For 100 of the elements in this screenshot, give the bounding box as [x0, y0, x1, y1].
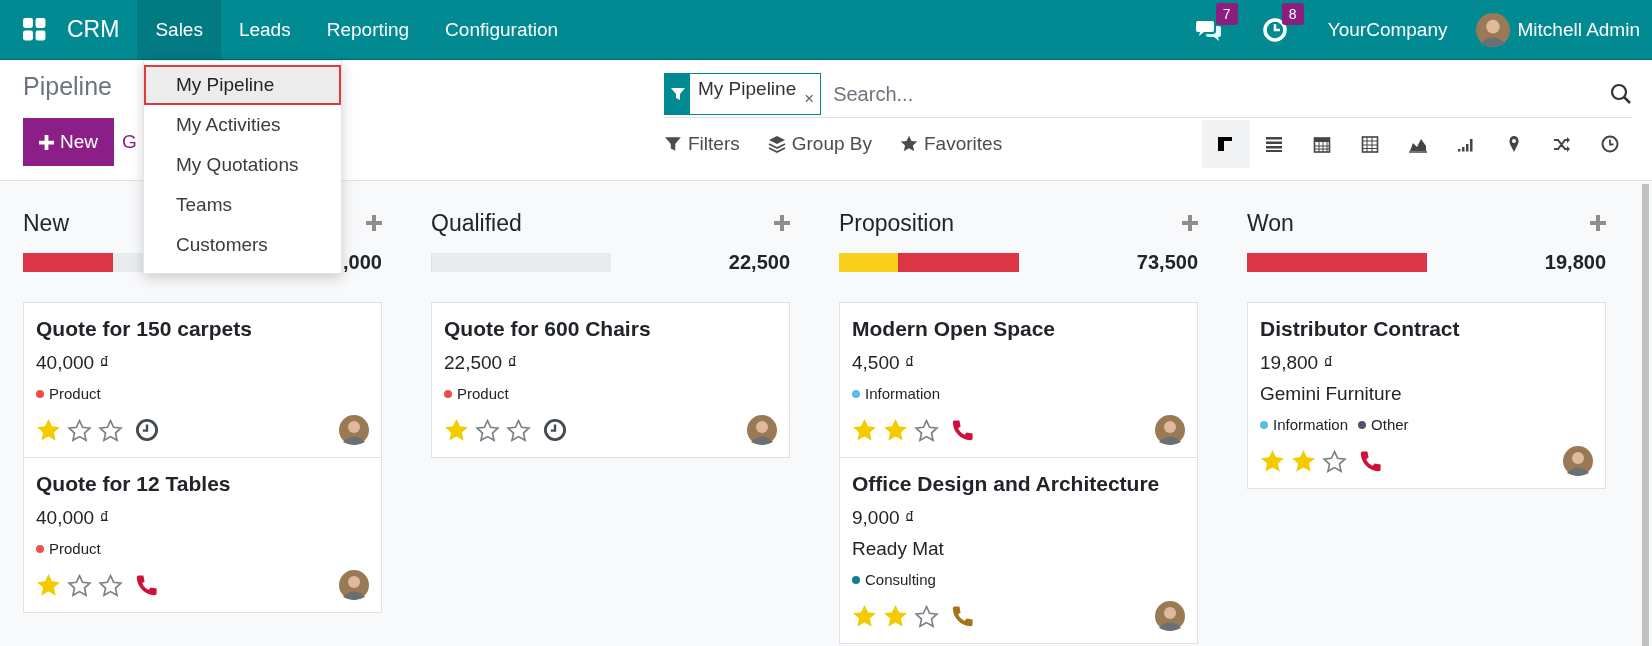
add-icon[interactable] [774, 215, 790, 231]
user-avatar [339, 415, 369, 445]
plus-icon [39, 134, 54, 150]
column-title: New [23, 209, 69, 237]
user-avatar [1563, 446, 1593, 476]
scrollbar[interactable] [1642, 184, 1649, 646]
phone-icon[interactable] [1359, 449, 1383, 473]
new-button[interactable]: New [23, 118, 114, 166]
menu-item[interactable]: My Activities [144, 105, 341, 145]
star-outline-icon[interactable] [475, 417, 500, 443]
card-title: Office Design and Architecture [852, 472, 1161, 496]
amount: 4,500 ₫ [852, 352, 916, 374]
generate-link[interactable]: G [122, 131, 137, 153]
star-outline-icon[interactable] [914, 417, 939, 443]
menu-item[interactable]: My Pipeline [144, 65, 341, 105]
clock-icon[interactable] [543, 418, 567, 442]
star-icon[interactable] [444, 417, 469, 443]
star-outline-icon[interactable] [1322, 448, 1347, 474]
user-avatar [1155, 601, 1185, 631]
add-icon[interactable] [366, 215, 382, 231]
user-avatar [339, 570, 369, 600]
remove-facet-button[interactable]: × [804, 74, 821, 114]
column-total: 73,500 [1136, 250, 1198, 274]
user-avatar [1475, 12, 1510, 47]
star-icon[interactable] [1260, 448, 1285, 474]
opportunity-card[interactable]: Modern Open Space 4,500 ₫ Information [839, 302, 1198, 458]
customer-name: Gemini Furniture [1260, 383, 1403, 405]
tag-label: Consulting [865, 571, 936, 588]
opportunity-card[interactable]: Quote for 12 Tables 40,000 ₫ Product [23, 457, 382, 613]
favorites-button[interactable]: Favorites [900, 133, 1003, 155]
phone-icon[interactable] [135, 573, 159, 597]
tag-label: Information [1273, 416, 1349, 433]
amount: 40,000 ₫ [36, 507, 111, 529]
column-title: Qualified [431, 209, 522, 237]
page-title: Pipeline [23, 72, 112, 102]
star-icon[interactable] [852, 417, 877, 443]
tag-label: Product [49, 385, 101, 402]
filters-button[interactable]: Filters [664, 133, 740, 155]
menu-item[interactable]: Teams [144, 185, 341, 225]
opportunity-card[interactable]: Distributor Contract 19,800 ₫ Gemini Furniture Information Other [1247, 302, 1606, 489]
star-icon[interactable] [883, 417, 908, 443]
add-icon[interactable] [1182, 215, 1198, 231]
star-icon[interactable] [883, 603, 908, 629]
star-icon[interactable] [852, 603, 877, 629]
clock-icon[interactable] [1261, 16, 1288, 43]
tag-label: Other [1371, 416, 1409, 433]
card-title: Distributor Contract [1260, 317, 1461, 341]
filter-facet[interactable]: My Pipeline × [664, 73, 822, 115]
star-outline-icon[interactable] [914, 603, 939, 629]
filter-icon [664, 135, 682, 153]
group-by-button[interactable]: Group By [767, 133, 872, 155]
company-switcher[interactable]: YourCompany [1327, 18, 1448, 41]
filter-icon [669, 86, 686, 102]
card-title: Quote for 150 carpets [36, 317, 253, 341]
menu-tab[interactable]: Leads [220, 0, 309, 59]
user-avatar [747, 415, 777, 445]
customer-name: Ready Mat [852, 538, 945, 560]
amount: 40,000 ₫ [36, 352, 111, 374]
menu-tab[interactable]: Configuration [427, 0, 577, 59]
column-title: Won [1247, 209, 1294, 237]
star-icon[interactable] [1291, 448, 1316, 474]
menu-tab[interactable]: Sales [137, 0, 221, 59]
message-count-badge: 7 [1215, 2, 1238, 25]
user-avatar [1155, 415, 1185, 445]
menu-item[interactable]: Customers [144, 225, 341, 265]
column-total: ,000 [343, 250, 382, 274]
kanban-view-icon[interactable] [1202, 120, 1250, 168]
opportunity-card[interactable]: Quote for 600 Chairs 22,500 ₫ Product [431, 302, 790, 458]
amount: 9,000 ₫ [852, 507, 916, 529]
column-total: 22,500 [728, 250, 790, 274]
phone-icon[interactable] [951, 418, 975, 442]
search-field[interactable]: Search... [821, 75, 1610, 113]
activity-count-badge: 8 [1281, 2, 1304, 25]
column-title: Proposition [839, 209, 955, 237]
user-menu[interactable]: Mitchell Admin [1517, 18, 1640, 41]
amount: 22,500 ₫ [444, 352, 519, 374]
search-icon[interactable] [1610, 83, 1632, 105]
clock-icon[interactable] [135, 418, 159, 442]
star-icon[interactable] [36, 572, 61, 598]
star-outline-icon[interactable] [506, 417, 531, 443]
add-icon[interactable] [1590, 215, 1606, 231]
card-title: Quote for 600 Chairs [444, 317, 652, 341]
menu-tab[interactable]: Reporting [308, 0, 428, 59]
card-title: Quote for 12 Tables [36, 472, 232, 496]
opportunity-card[interactable]: Quote for 150 carpets 40,000 ₫ Product [23, 302, 382, 458]
star-outline-icon[interactable] [67, 417, 92, 443]
tag-label: Product [457, 385, 509, 402]
star-icon [900, 135, 918, 153]
star-outline-icon[interactable] [67, 572, 92, 598]
phone-icon[interactable] [951, 604, 975, 628]
menu-item[interactable]: My Quotations [144, 145, 341, 185]
column-total: 19,800 [1544, 250, 1606, 274]
opportunity-card[interactable]: Office Design and Architecture 9,000 ₫ Ready Mat Consulting [839, 457, 1198, 644]
tag-label: Information [865, 385, 941, 402]
star-outline-icon[interactable] [98, 417, 123, 443]
star-icon[interactable] [36, 417, 61, 443]
apps-menu-icon[interactable] [22, 17, 47, 42]
card-title: Modern Open Space [852, 317, 1057, 341]
star-outline-icon[interactable] [98, 572, 123, 598]
app-name[interactable]: CRM [67, 16, 120, 43]
